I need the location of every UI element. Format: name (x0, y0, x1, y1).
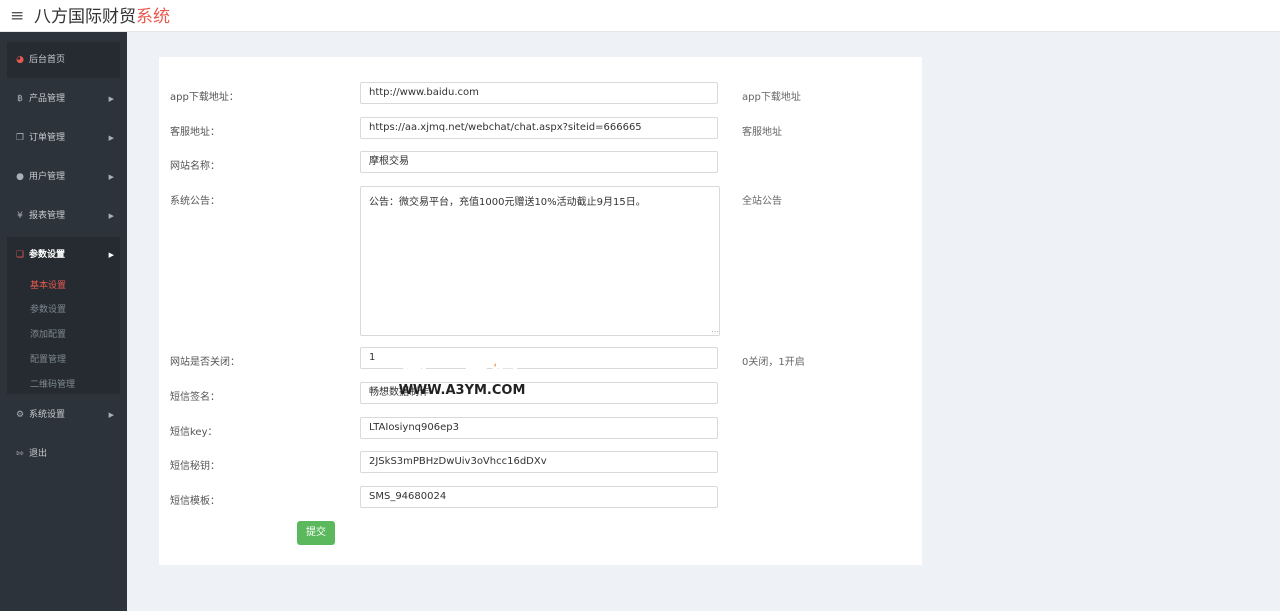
chevron-right-icon: ▶ (108, 173, 114, 181)
dashboard-icon: ◕ (16, 55, 24, 65)
submenu-param-settings[interactable]: 参数设置 (30, 302, 66, 315)
sidebar-item-label: 产品管理 (29, 94, 66, 104)
chevron-right-icon: ▶ (108, 95, 114, 103)
sms-sign-label: 短信签名： (170, 392, 220, 403)
sidebar-item-logout[interactable]: ⇰ 退出 (7, 436, 120, 472)
sms-key-input[interactable] (360, 417, 718, 439)
app-url-hint: app下载地址 (742, 92, 801, 103)
sidebar-item-products[interactable]: ฿ 产品管理 ▶ (7, 81, 120, 117)
sidebar-item-label: 系统设置 (29, 410, 66, 420)
submenu-config-manage[interactable]: 配置管理 (30, 352, 66, 365)
chevron-right-icon: ▶ (108, 212, 114, 220)
announcement-hint: 全站公告 (742, 196, 782, 207)
site-name-input[interactable] (360, 151, 718, 173)
app-title: 八方国际财贸系统 (34, 2, 170, 27)
chevron-right-icon: ▶ (108, 411, 114, 419)
sidebar-item-system[interactable]: ⚙ 系统设置 ▶ (7, 397, 120, 433)
chevron-right-icon: ▶ (108, 251, 114, 259)
service-url-input[interactable] (360, 117, 718, 139)
files-icon: ❏ (15, 250, 25, 260)
submenu-qrcode-manage[interactable]: 二维码管理 (30, 377, 75, 390)
app-title-accent: 系统 (136, 7, 170, 27)
service-url-label: 客服地址： (170, 127, 220, 138)
sms-key-label: 短信key： (170, 427, 218, 438)
sidebar-item-label: 后台首页 (29, 55, 66, 65)
yen-icon: ¥ (17, 211, 23, 221)
top-bar: ≡ 八方国际财贸系统 (0, 0, 1280, 32)
submenu-basic-settings[interactable]: 基本设置 (30, 278, 66, 291)
sms-template-input[interactable] (360, 486, 718, 508)
sidebar-item-label: 报表管理 (29, 211, 66, 221)
announcement-textarea[interactable]: 公告：微交易平台，充值1000元赠送10%活动截止9月15日。 (360, 186, 720, 336)
submenu-add-config[interactable]: 添加配置 (30, 327, 66, 340)
user-icon: ● (16, 172, 24, 182)
sidebar-item-label: 参数设置 (29, 250, 66, 260)
hamburger-menu-icon[interactable]: ≡ (10, 6, 24, 26)
bitcoin-icon: ฿ (17, 94, 23, 104)
site-name-label: 网站名称： (170, 161, 220, 172)
sms-sign-input[interactable] (360, 382, 718, 404)
site-closed-label: 网站是否关闭： (170, 357, 240, 368)
chevron-right-icon: ▶ (108, 134, 114, 142)
sms-secret-input[interactable] (360, 451, 718, 473)
copy-icon: ❐ (15, 133, 25, 143)
gears-icon: ⚙ (15, 410, 25, 420)
sidebar-item-label: 订单管理 (29, 133, 66, 143)
sidebar-item-home[interactable]: ◕ 后台首页 (7, 42, 120, 78)
resize-grip-icon[interactable]: ⋯ (711, 327, 719, 336)
site-closed-input[interactable] (360, 347, 718, 369)
sidebar-item-label: 用户管理 (29, 172, 66, 182)
sidebar-item-label: 退出 (29, 449, 48, 459)
app-url-label: app下载地址： (170, 92, 239, 103)
sms-secret-label: 短信秘钥： (170, 461, 220, 472)
app-title-main: 八方国际财贸 (34, 7, 136, 27)
sidebar-item-orders[interactable]: ❐ 订单管理 ▶ (7, 120, 120, 156)
sidebar-item-params[interactable]: ❏ 参数设置 ▶ (7, 237, 120, 273)
sidebar-item-reports[interactable]: ¥ 报表管理 ▶ (7, 198, 120, 234)
app-url-input[interactable] (360, 82, 718, 104)
service-url-hint: 客服地址 (742, 127, 782, 138)
sidebar-item-users[interactable]: ● 用户管理 ▶ (7, 159, 120, 195)
sign-out-icon: ⇰ (16, 449, 24, 459)
site-closed-hint: 0关闭，1开启 (742, 357, 805, 368)
announcement-label: 系统公告： (170, 196, 220, 207)
submit-button[interactable]: 提交 (297, 521, 335, 545)
sms-template-label: 短信模板： (170, 496, 220, 507)
